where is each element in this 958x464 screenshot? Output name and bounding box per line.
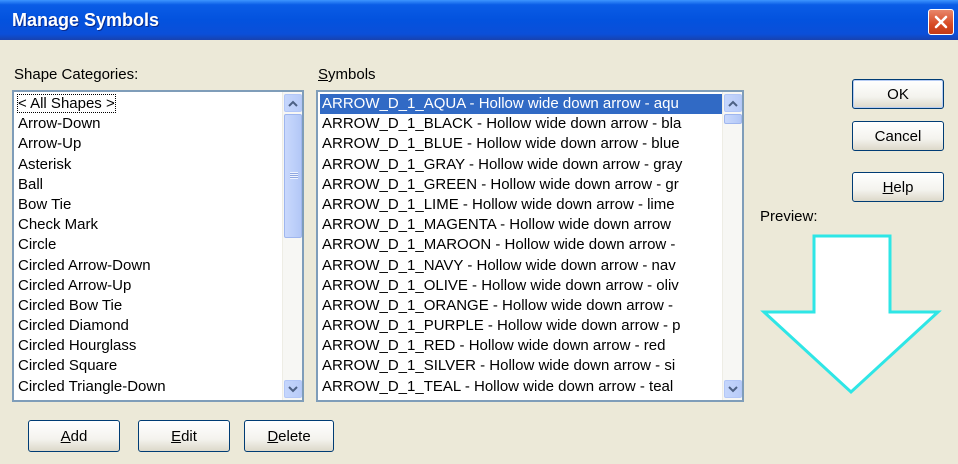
categories-scrollbar[interactable] <box>282 92 302 400</box>
list-item[interactable]: ARROW_D_1_BLACK - Hollow wide down arrow… <box>320 114 724 134</box>
list-item[interactable]: Circled Hourglass <box>16 336 282 356</box>
close-button[interactable] <box>928 9 954 35</box>
list-item[interactable]: ARROW_D_1_NAVY - Hollow wide down arrow … <box>320 256 724 276</box>
scroll-thumb[interactable] <box>724 114 742 124</box>
shape-categories-list[interactable]: < All Shapes > Arrow-Down Arrow-Up Asterisk… <box>12 90 304 402</box>
list-item[interactable]: Circle <box>16 235 282 255</box>
list-item[interactable]: ARROW_D_1_GREEN - Hollow wide down arrow… <box>320 175 724 195</box>
list-item[interactable]: Circled Bow Tie <box>16 296 282 316</box>
list-item[interactable]: ARROW_D_1_ORANGE - Hollow wide down arro… <box>320 296 724 316</box>
list-item[interactable]: ARROW_D_1_BLUE - Hollow wide down arrow … <box>320 134 724 154</box>
list-item[interactable]: Circled Arrow-Down <box>16 256 282 276</box>
list-item[interactable]: ARROW_D_1_AQUA - Hollow wide down arrow … <box>320 94 724 115</box>
manage-symbols-dialog: Manage Symbols Shape Categories: < All S… <box>0 0 958 464</box>
scroll-down-button[interactable] <box>284 380 302 398</box>
symbols-scrollbar[interactable] <box>722 92 742 400</box>
list-item[interactable]: Ball <box>16 175 282 195</box>
add-button[interactable]: Add <box>28 420 120 452</box>
chevron-down-icon <box>288 385 298 392</box>
chevron-up-icon <box>288 100 298 107</box>
cancel-button[interactable]: Cancel <box>852 121 944 151</box>
list-item[interactable]: ARROW_D_1_GRAY - Hollow wide down arrow … <box>320 155 724 175</box>
list-item[interactable]: Asterisk <box>16 155 282 175</box>
preview-pane <box>760 232 942 402</box>
scroll-up-button[interactable] <box>724 94 742 112</box>
list-item[interactable]: ARROW_D_1_LIME - Hollow wide down arrow … <box>320 195 724 215</box>
list-item[interactable]: < All Shapes > <box>16 94 282 114</box>
title-bar[interactable]: Manage Symbols <box>0 0 958 40</box>
list-item[interactable]: ARROW_D_1_SILVER - Hollow wide down arro… <box>320 356 724 376</box>
list-item[interactable]: ARROW_D_1_TEAL - Hollow wide down arrow … <box>320 377 724 397</box>
scroll-down-button[interactable] <box>724 380 742 398</box>
edit-button[interactable]: Edit <box>138 420 230 452</box>
list-item[interactable]: Arrow-Down <box>16 114 282 134</box>
close-icon <box>934 15 948 29</box>
chevron-down-icon <box>728 385 738 392</box>
list-item[interactable]: Circled Arrow-Up <box>16 276 282 296</box>
list-item[interactable]: ARROW_D_1_RED - Hollow wide down arrow -… <box>320 336 724 356</box>
list-item[interactable]: Check Mark <box>16 215 282 235</box>
list-item[interactable]: ARROW_D_1_OLIVE - Hollow wide down arrow… <box>320 276 724 296</box>
list-item[interactable]: Bow Tie <box>16 195 282 215</box>
delete-button[interactable]: Delete <box>244 420 334 452</box>
window-title: Manage Symbols <box>12 10 160 30</box>
list-item[interactable]: ARROW_D_1_MAGENTA - Hollow wide down arr… <box>320 215 724 235</box>
list-item[interactable]: Circled Square <box>16 356 282 376</box>
list-item[interactable]: ARROW_D_1_MAROON - Hollow wide down arro… <box>320 235 724 255</box>
list-item[interactable]: Arrow-Up <box>16 134 282 154</box>
symbols-list[interactable]: ARROW_D_1_AQUA - Hollow wide down arrow … <box>316 90 744 402</box>
list-item[interactable]: Circled Diamond <box>16 316 282 336</box>
list-item[interactable]: ARROW_D_1_PURPLE - Hollow wide down arro… <box>320 316 724 336</box>
scroll-thumb[interactable] <box>284 114 302 238</box>
preview-label: Preview: <box>760 208 818 225</box>
list-item[interactable]: Circled Triangle-Down <box>16 377 282 397</box>
hollow-down-arrow-icon <box>760 234 942 395</box>
chevron-up-icon <box>728 100 738 107</box>
symbols-label: Symbols <box>318 66 376 83</box>
ok-button[interactable]: OK <box>852 79 944 109</box>
scroll-up-button[interactable] <box>284 94 302 112</box>
help-button[interactable]: Help <box>852 172 944 202</box>
shape-categories-label: Shape Categories: <box>14 66 139 83</box>
